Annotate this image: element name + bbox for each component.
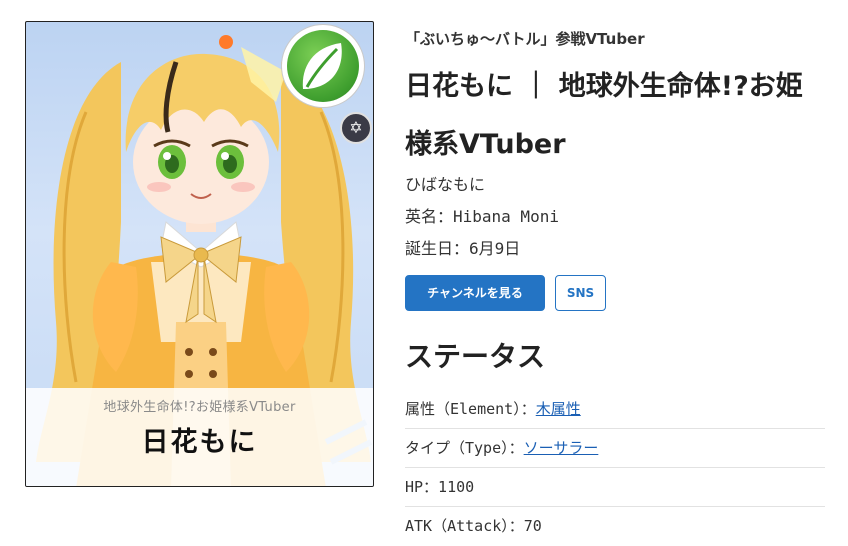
birthday-text: 誕生日：6月9日 — [405, 239, 521, 258]
view-channel-button[interactable]: チャンネルを見る — [405, 275, 545, 311]
stat-row-atk: ATK（Attack）：70 — [405, 517, 542, 535]
card-name: 日花もに — [141, 427, 258, 458]
hexagram-icon: ✡ — [340, 112, 372, 144]
card-subtitle: 地球外生命体!?お姫様系VTuber — [103, 400, 296, 415]
english-name-text: 英名：Hibana Moni — [405, 207, 559, 226]
stat-row-element: 属性（Element）：木属性 — [405, 390, 825, 429]
type-label: タイプ（Type）： — [405, 439, 524, 457]
sns-button[interactable]: SNS — [555, 275, 606, 311]
battle-tag: 「ぶいちゅ〜バトル」参戦VTuber — [405, 30, 645, 48]
element-link[interactable]: 木属性 — [536, 400, 581, 418]
reading-text: ひばなもに — [405, 175, 486, 194]
stat-row-hp: HP：1100 — [405, 468, 825, 507]
page-title: 日花もに ｜ 地球外生命体!?お姫様系VTuber — [405, 71, 803, 160]
element-label: 属性（Element）： — [405, 400, 536, 418]
element-badge — [282, 25, 364, 107]
status-heading: ステータス — [405, 340, 546, 373]
leaf-icon — [302, 43, 342, 89]
character-card: ✡ 地球外生命体!?お姫様系VTuber 日花もに — [25, 21, 374, 487]
type-link[interactable]: ソーサラー — [524, 439, 599, 457]
stat-row-type: タイプ（Type）：ソーサラー — [405, 429, 825, 468]
